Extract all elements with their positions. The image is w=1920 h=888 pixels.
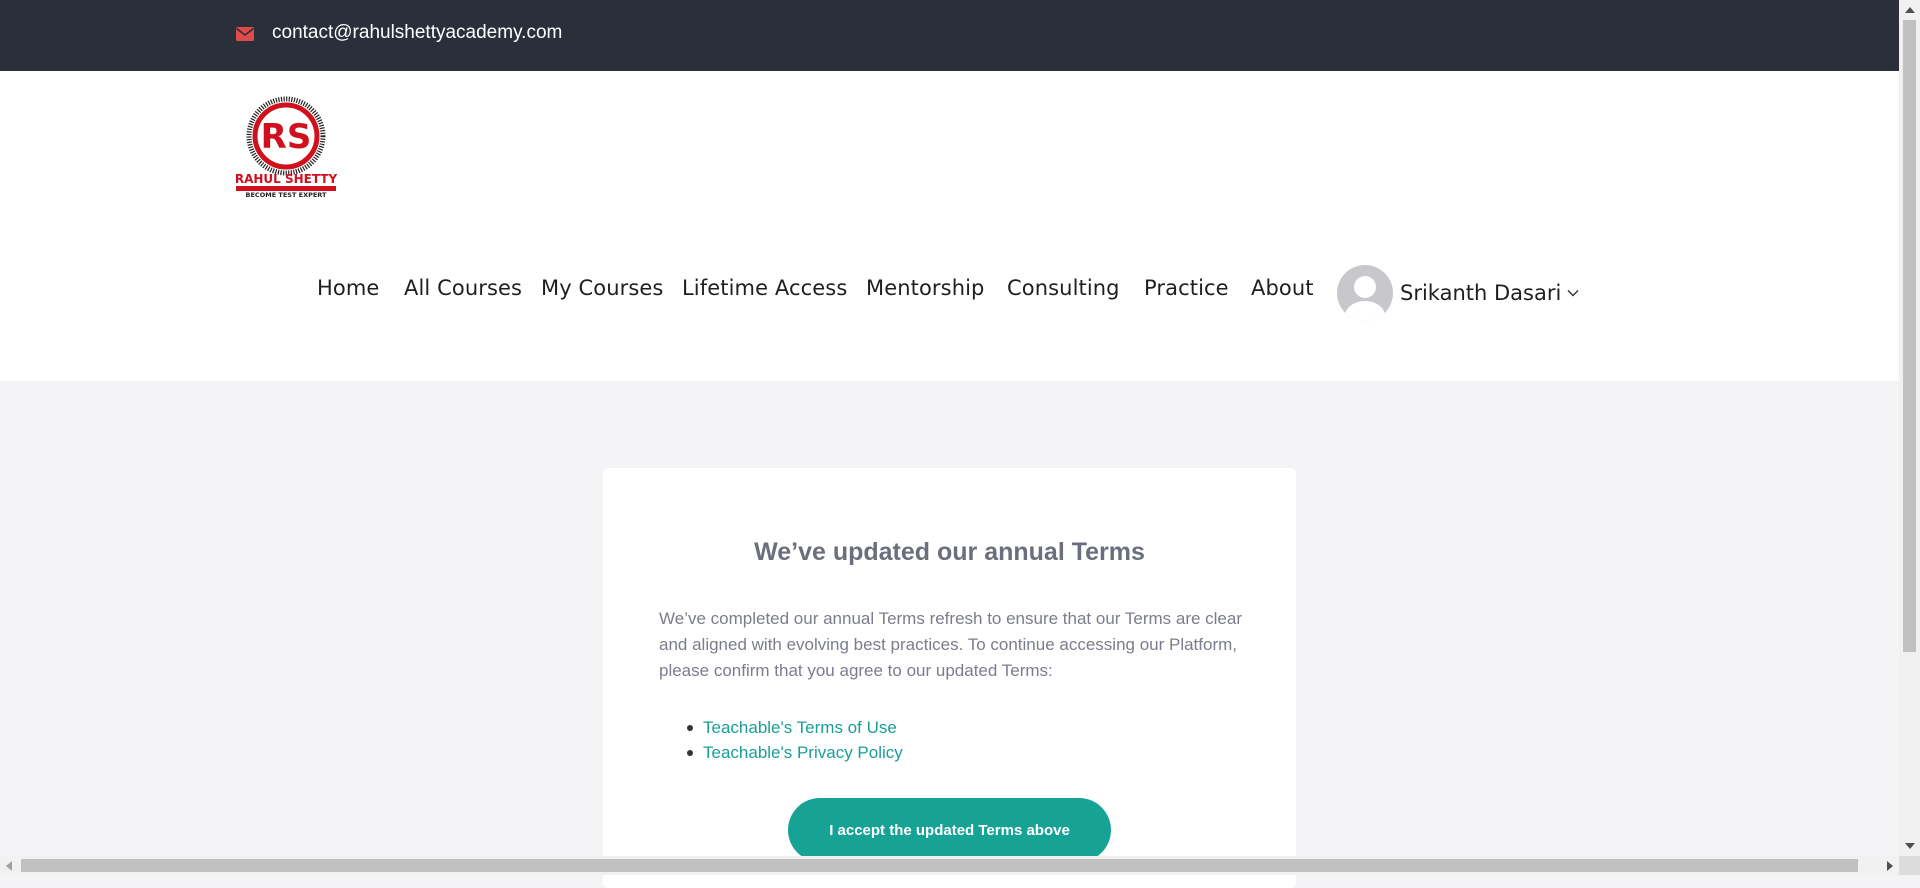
nav-mentorship[interactable]: Mentorship (866, 276, 984, 300)
scroll-up-icon[interactable] (1905, 7, 1915, 13)
nav-about[interactable]: About (1251, 276, 1314, 300)
nav-practice[interactable]: Practice (1144, 276, 1229, 300)
scroll-down-icon[interactable] (1905, 843, 1915, 849)
svg-text:RAHUL SHETTY: RAHUL SHETTY (236, 172, 337, 186)
list-item: Teachable's Privacy Policy (687, 740, 903, 765)
scroll-right-icon[interactable] (1887, 861, 1893, 871)
rahul-shetty-logo[interactable]: RS RAHUL SHETTY BECOME TEST EXPERT (236, 96, 340, 200)
terms-title: We’ve updated our annual Terms (754, 538, 1145, 566)
svg-text:RS: RS (261, 117, 312, 157)
terms-card: We’ve updated our annual Terms We’ve com… (603, 468, 1296, 888)
chevron-down-icon (1567, 290, 1579, 297)
privacy-policy-link[interactable]: Teachable's Privacy Policy (703, 743, 903, 762)
terms-of-use-link[interactable]: Teachable's Terms of Use (703, 718, 897, 737)
nav-all-courses[interactable]: All Courses (404, 276, 522, 300)
terms-links: Teachable's Terms of Use Teachable's Pri… (687, 715, 903, 765)
user-avatar-icon (1337, 265, 1393, 321)
horizontal-scrollbar[interactable] (0, 856, 1899, 875)
svg-text:BECOME TEST EXPERT: BECOME TEST EXPERT (246, 191, 327, 199)
nav-home[interactable]: Home (317, 276, 379, 300)
scrollbar-corner (1899, 856, 1920, 875)
vertical-scroll-thumb[interactable] (1903, 20, 1916, 652)
horizontal-scroll-thumb[interactable] (21, 859, 1858, 872)
terms-body: We’ve completed our annual Terms refresh… (659, 609, 1243, 680)
user-menu[interactable]: Srikanth Dasari (1337, 264, 1579, 322)
main-content: We’ve updated our annual Terms We’ve com… (0, 381, 1899, 888)
contact-bar: contact@rahulshettyacademy.com (0, 0, 1899, 71)
contact-email[interactable]: contact@rahulshettyacademy.com (272, 22, 562, 44)
user-name: Srikanth Dasari (1400, 281, 1562, 305)
scroll-left-icon[interactable] (6, 861, 12, 871)
accept-terms-button[interactable]: I accept the updated Terms above (788, 798, 1111, 862)
envelope-icon (236, 27, 254, 41)
main-nav: Home All Courses My Courses Lifetime Acc… (0, 265, 1899, 321)
nav-lifetime-access[interactable]: Lifetime Access (682, 276, 847, 300)
list-item: Teachable's Terms of Use (687, 715, 903, 740)
site-header: RS RAHUL SHETTY BECOME TEST EXPERT Home … (0, 71, 1899, 381)
nav-consulting[interactable]: Consulting (1007, 276, 1120, 300)
vertical-scrollbar[interactable] (1899, 0, 1920, 856)
nav-my-courses[interactable]: My Courses (541, 276, 663, 300)
